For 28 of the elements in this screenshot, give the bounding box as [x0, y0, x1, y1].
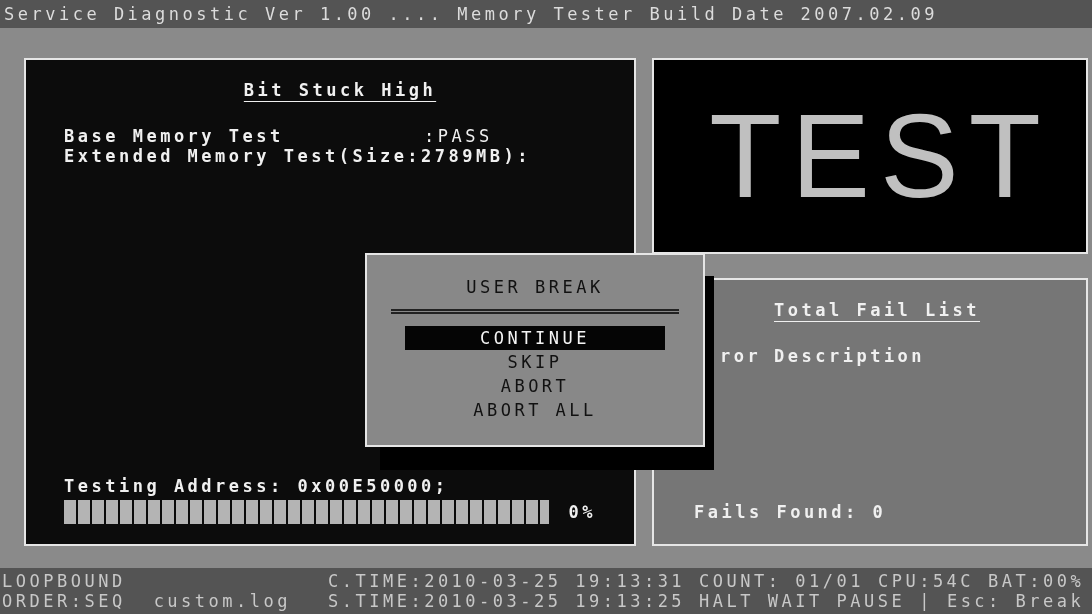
status-text: |: [919, 591, 933, 611]
dialog-option[interactable]: ABORT ALL: [405, 398, 665, 422]
progress-reading: 0%: [568, 502, 596, 522]
status-text: CPU:54C: [877, 571, 975, 591]
test-heading: Bit Stuck High: [243, 80, 437, 100]
test-label: Extended Memory Test(Size:2789MB):: [64, 146, 531, 166]
status-text: ORDER:SEQ: [2, 591, 126, 611]
dialog-option[interactable]: CONTINUE: [405, 326, 665, 350]
column-heading: ror: [720, 346, 763, 366]
status-text: custom.log: [153, 591, 291, 611]
dialog-title: USER BREAK: [466, 277, 604, 297]
status-text: HALT WAIT PAUSE: [699, 591, 906, 611]
status-text: COUNT: 01/01: [699, 571, 864, 591]
status-text: BAT:00%: [988, 571, 1085, 591]
testing-address: Testing Address: 0x00E50000;: [64, 476, 450, 496]
fail-list-heading: Total Fail List: [774, 300, 981, 320]
dialog-option[interactable]: SKIP: [405, 350, 665, 374]
fails-found: Fails Found: 0: [694, 502, 888, 522]
window-title: Service Diagnostic Ver 1.00 .... Memory Tester Build Date 2007.02.09: [4, 4, 938, 24]
status-text: Esc: Break: [946, 591, 1085, 611]
status-text: S.TIME:2010-03-25 19:13:25: [328, 591, 686, 611]
column-heading: Description: [774, 346, 926, 366]
dialog-option[interactable]: ABORT: [405, 374, 665, 398]
test-label: Base Memory Test: [64, 126, 284, 146]
status-text: LOOPBOUND: [2, 571, 126, 591]
test-result: :PASS: [424, 126, 493, 146]
status-text: C.TIME:2010-03-25 19:13:31: [328, 571, 686, 591]
banner-text: TEST: [709, 101, 1051, 211]
